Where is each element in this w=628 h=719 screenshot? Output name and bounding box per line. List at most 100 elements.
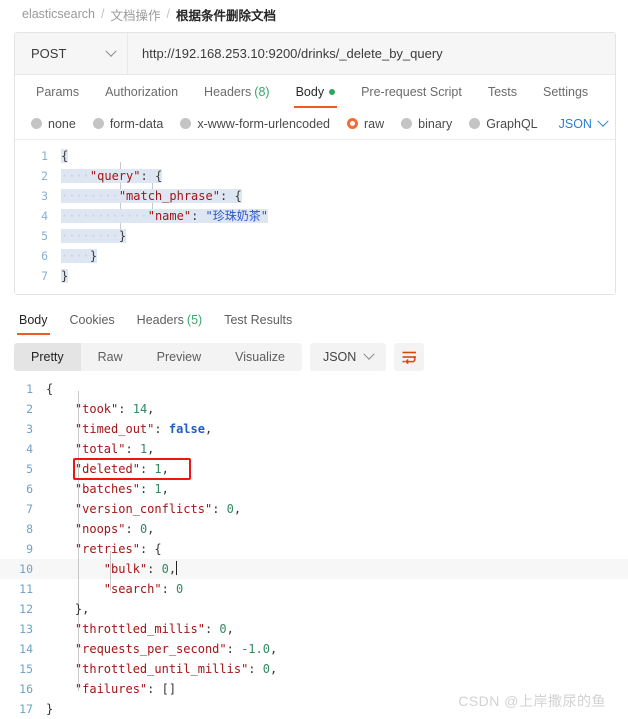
breadcrumb-separator: / xyxy=(166,7,170,21)
code-line: 12 }, xyxy=(0,599,628,619)
wrap-text-button[interactable] xyxy=(394,343,425,371)
code-token: , xyxy=(147,402,155,416)
view-preview[interactable]: Preview xyxy=(140,343,218,371)
response-tab-headers[interactable]: Headers (5) xyxy=(126,304,214,335)
code-token: ···· xyxy=(61,169,90,183)
code-text: "retries": { xyxy=(46,539,162,559)
code-line: 4 ············"name": "珍珠奶茶" xyxy=(15,206,615,226)
code-text: ············"name": "珍珠奶茶" xyxy=(61,206,268,226)
view-label: Preview xyxy=(156,350,202,364)
breadcrumb-item-1[interactable]: 文档操作 xyxy=(110,5,160,24)
chevron-down-icon xyxy=(363,348,375,360)
tab-label: Pre-request Script xyxy=(361,84,462,99)
view-visualize[interactable]: Visualize xyxy=(218,343,302,371)
code-text: } xyxy=(61,266,69,286)
tab-tests[interactable]: Tests xyxy=(475,75,530,108)
response-body-viewer[interactable]: 1{2 "took": 14, 3 "timed_out": false, 4 "t… xyxy=(0,371,628,719)
code-line: 4 "total": 1, xyxy=(0,439,628,459)
code-text: { xyxy=(61,146,69,166)
code-token: "match_phrase" xyxy=(118,189,220,203)
code-line: 15 "throttled_until_millis": 0, xyxy=(0,659,628,679)
body-type-graphql[interactable]: GraphQL xyxy=(469,117,538,131)
tab-params[interactable]: Params xyxy=(23,75,92,108)
body-type-binary[interactable]: binary xyxy=(401,117,452,131)
breadcrumb-item-current: 根据条件删除文档 xyxy=(175,8,276,23)
tab-label: Params xyxy=(36,84,80,99)
tab-body[interactable]: Body xyxy=(283,75,349,108)
line-number: 6 xyxy=(26,482,33,496)
code-text: "batches": 1, xyxy=(46,479,169,499)
code-line: 9 "retries": { xyxy=(0,539,628,559)
response-view-toolbar: Pretty Raw Preview Visualize JSON xyxy=(0,335,628,371)
watermark: CSDN @上岸撒尿的鱼 xyxy=(458,693,606,709)
tab-label: Test Results xyxy=(224,312,293,327)
line-number: 5 xyxy=(41,229,48,243)
code-token: false xyxy=(168,422,205,436)
body-type-urlencoded[interactable]: x-www-form-urlencoded xyxy=(180,117,330,131)
code-token: , xyxy=(168,562,177,576)
body-type-raw[interactable]: raw xyxy=(347,117,384,131)
code-token: 1 xyxy=(154,462,162,476)
code-token xyxy=(198,209,206,223)
body-type-label: raw xyxy=(364,116,385,131)
code-token: ···· xyxy=(61,209,90,223)
body-type-options: none form-data x-www-form-urlencoded raw… xyxy=(15,108,615,139)
code-token: : xyxy=(161,582,177,596)
code-token xyxy=(147,169,155,183)
wrap-text-icon xyxy=(402,351,416,364)
response-tab-cookies[interactable]: Cookies xyxy=(59,304,126,335)
text-cursor xyxy=(176,561,178,575)
code-text: "timed_out": false, xyxy=(46,419,212,439)
tab-authorization[interactable]: Authorization xyxy=(92,75,191,108)
breadcrumb-item-0[interactable]: elasticsearch xyxy=(22,7,95,21)
line-number: 7 xyxy=(26,502,33,516)
tab-settings[interactable]: Settings xyxy=(530,75,601,108)
code-text: "throttled_until_millis": 0, xyxy=(46,659,277,679)
code-token: : xyxy=(139,542,155,556)
request-url-input[interactable]: http://192.168.253.10:9200/drinks/_delet… xyxy=(128,33,615,74)
code-text: "bulk": 0, xyxy=(46,559,178,579)
code-text: ····} xyxy=(61,246,98,266)
view-label: Pretty xyxy=(31,350,64,364)
tab-label: Headers xyxy=(136,312,184,327)
tab-pre-request-script[interactable]: Pre-request Script xyxy=(348,75,475,108)
code-token: : xyxy=(125,442,140,456)
code-token: } xyxy=(118,229,127,243)
code-line: 14 "requests_per_second": -1.0, xyxy=(0,639,628,659)
view-raw[interactable]: Raw xyxy=(81,343,140,371)
code-token: 0 xyxy=(161,562,169,576)
code-line: 7} xyxy=(15,266,615,286)
response-format-select[interactable]: JSON xyxy=(309,343,387,371)
request-body-editor[interactable]: 1{2 ····"query": {3 ········"match_phrase"… xyxy=(15,139,615,294)
body-type-form-data[interactable]: form-data xyxy=(92,117,163,131)
tab-headers[interactable]: Headers (8) xyxy=(191,75,283,108)
code-token: "version_conflicts" xyxy=(74,502,213,516)
code-token: ···· xyxy=(89,209,119,223)
radio-selected-icon xyxy=(347,118,358,129)
body-type-none[interactable]: none xyxy=(31,117,76,131)
tab-label: Tests xyxy=(487,84,517,99)
request-body-format-select[interactable]: JSON xyxy=(559,115,609,131)
code-token: { xyxy=(154,542,162,556)
view-pretty[interactable]: Pretty xyxy=(14,343,81,371)
code-token: "throttled_millis" xyxy=(74,622,205,636)
code-token: 0 xyxy=(219,622,227,636)
code-line: 3 ········"match_phrase": { xyxy=(15,186,615,206)
response-tabs: Body Cookies Headers (5) Test Results xyxy=(0,304,628,335)
http-method-select[interactable]: POST xyxy=(15,33,128,74)
code-token: "noops" xyxy=(74,522,126,536)
response-tab-test-results[interactable]: Test Results xyxy=(213,304,303,335)
chevron-down-icon xyxy=(105,45,117,57)
response-tab-body[interactable]: Body xyxy=(8,304,59,335)
code-token: , xyxy=(269,662,278,676)
line-number: 3 xyxy=(26,422,33,436)
line-number: 10 xyxy=(19,562,33,576)
format-label: JSON xyxy=(322,350,357,364)
code-token: "total" xyxy=(74,442,126,456)
tab-count: (8) xyxy=(254,84,270,99)
code-line: 13 "throttled_millis": 0, xyxy=(0,619,628,639)
url-bar: POST http://192.168.253.10:9200/drinks/_… xyxy=(15,33,615,75)
